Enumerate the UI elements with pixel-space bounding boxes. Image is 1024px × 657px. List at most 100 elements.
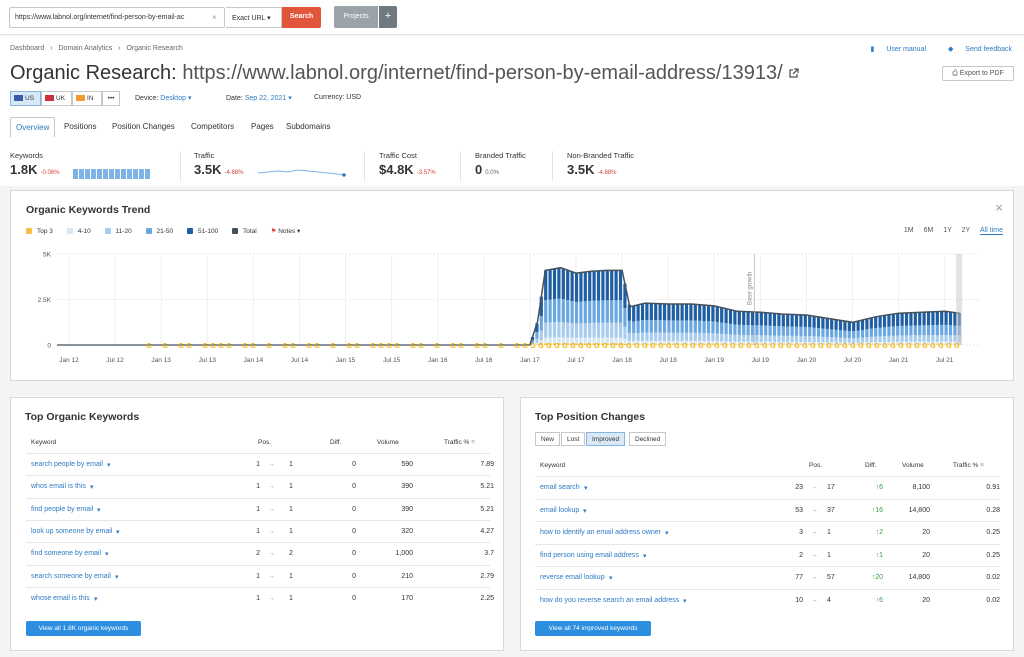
tab-subdomains[interactable]: Subdomains bbox=[281, 117, 335, 138]
database-uk-button[interactable]: UK bbox=[41, 91, 72, 106]
breadcrumb-separator: › bbox=[50, 45, 53, 52]
keyword-link[interactable]: find someone by email bbox=[31, 550, 101, 557]
projects-button[interactable]: Projects bbox=[334, 6, 378, 28]
chevron-down-icon[interactable]: ▾ bbox=[97, 506, 101, 514]
col-volume[interactable]: Volume bbox=[902, 462, 924, 469]
trend-bar-segment bbox=[764, 325, 768, 336]
breadcrumb-dashboard[interactable]: Dashboard bbox=[10, 45, 44, 52]
col-diff[interactable]: Diff. bbox=[330, 439, 341, 446]
match-type-select[interactable]: Exact URL ▾ bbox=[226, 7, 282, 28]
keyword-link[interactable]: whose email is this bbox=[31, 595, 90, 602]
period-1y[interactable]: 1Y bbox=[943, 227, 951, 234]
col-pos[interactable]: Pos. bbox=[809, 462, 822, 469]
trend-bar-segment bbox=[852, 331, 856, 339]
x-tick-label: Jan 20 bbox=[797, 357, 817, 364]
tab-competitors[interactable]: Competitors bbox=[186, 117, 239, 138]
position-diff: 0 bbox=[352, 594, 356, 602]
metric-branded-traffic[interactable]: Branded Traffic 0 0.0% bbox=[475, 151, 526, 177]
period-6m[interactable]: 6M bbox=[924, 227, 934, 234]
keyword-link[interactable]: search people by email bbox=[31, 461, 103, 468]
keyword-link[interactable]: look up someone by email bbox=[31, 528, 112, 535]
tab-position-changes[interactable]: Position Changes bbox=[107, 117, 180, 138]
domain-search-input[interactable]: https://www.labnol.org/internet/find-per… bbox=[9, 7, 225, 28]
legend-top3[interactable]: Top 3 bbox=[26, 228, 53, 235]
period-2y[interactable]: 2Y bbox=[962, 227, 970, 234]
col-pos[interactable]: Pos. bbox=[258, 439, 271, 446]
trend-bar-segment bbox=[935, 334, 939, 342]
more-databases-button[interactable]: ••• bbox=[102, 91, 120, 106]
breadcrumb-domain-analytics[interactable]: Domain Analytics bbox=[59, 45, 113, 52]
chevron-down-icon[interactable]: ▾ bbox=[643, 552, 647, 560]
chevron-down-icon[interactable]: ▾ bbox=[105, 550, 109, 558]
keyword-link[interactable]: how do you reverse search an email addre… bbox=[540, 597, 679, 604]
metric-non-branded-traffic[interactable]: Non-Branded Traffic 3.5K -4.88% bbox=[567, 151, 634, 177]
keyword-link[interactable]: how to identify an email address owner bbox=[540, 529, 661, 536]
external-link-icon[interactable] bbox=[788, 68, 799, 79]
send-feedback-link[interactable]: ◆ Send feedback bbox=[938, 46, 1012, 53]
date-selector[interactable]: Date: Sep 22, 2021 ▾ bbox=[226, 94, 292, 102]
chevron-down-icon[interactable]: ▾ bbox=[94, 595, 98, 603]
view-all-keywords-button[interactable]: View all 1.8K organic keywords bbox=[26, 621, 141, 636]
filter-improved[interactable]: Improved bbox=[586, 432, 626, 446]
tab-pages[interactable]: Pages bbox=[246, 117, 279, 138]
metric-keywords[interactable]: Keywords 1.8K -0.06% bbox=[10, 151, 59, 177]
currency-label: Currency: USD bbox=[314, 94, 362, 101]
database-us-button[interactable]: US bbox=[10, 91, 41, 106]
chevron-down-icon[interactable]: ▾ bbox=[115, 573, 119, 581]
export-pdf-button[interactable]: ⎙ Export to PDF bbox=[942, 66, 1014, 81]
target-url-link[interactable]: https://www.labnol.org/internet/find-per… bbox=[182, 62, 782, 84]
keyword-link[interactable]: search someone by email bbox=[31, 573, 111, 580]
trend-bar-segment bbox=[724, 323, 728, 335]
device-selector[interactable]: Device: Desktop ▾ bbox=[135, 94, 191, 102]
view-all-improved-button[interactable]: View all 74 improved keywords bbox=[535, 621, 651, 636]
keyword-link[interactable]: email lookup bbox=[540, 507, 579, 514]
google-update-icon: G bbox=[394, 343, 400, 350]
clear-icon[interactable]: × bbox=[212, 13, 217, 22]
keyword-link[interactable]: email search bbox=[540, 484, 580, 491]
legend-11-20[interactable]: 11-20 bbox=[104, 228, 132, 235]
tab-positions[interactable]: Positions bbox=[59, 117, 101, 138]
trend-bar-segment bbox=[658, 332, 662, 341]
legend-51-100[interactable]: 51-100 bbox=[186, 228, 218, 235]
chevron-down-icon[interactable]: ▾ bbox=[116, 528, 120, 536]
trend-bar-segment bbox=[843, 321, 847, 331]
keyword-link[interactable]: reverse email lookup bbox=[540, 574, 605, 581]
col-traffic[interactable]: Traffic % ≡ bbox=[953, 462, 984, 469]
google-update-icon: G bbox=[690, 343, 696, 350]
close-icon[interactable]: × bbox=[995, 200, 1003, 215]
keyword-link[interactable]: find person using email address bbox=[540, 552, 639, 559]
table-row: look up someone by email 1 → 1 0 320 4.27 ▾ bbox=[26, 519, 494, 542]
filter-new[interactable]: New bbox=[535, 432, 561, 446]
trend-bar-segment bbox=[926, 311, 931, 326]
chevron-down-icon[interactable]: ▾ bbox=[609, 574, 613, 582]
notes-dropdown[interactable]: ⚑ Notes ▾ bbox=[271, 227, 301, 235]
legend-total[interactable]: Total bbox=[232, 228, 257, 235]
chevron-down-icon[interactable]: ▾ bbox=[665, 529, 669, 537]
filter-declined[interactable]: Declined bbox=[629, 432, 667, 446]
metric-traffic[interactable]: Traffic 3.5K -4.88% bbox=[194, 151, 243, 177]
trend-bar-segment bbox=[667, 332, 671, 341]
chevron-down-icon[interactable]: ▾ bbox=[583, 507, 587, 515]
user-manual-link[interactable]: ▮ User manual bbox=[861, 46, 926, 53]
col-traffic[interactable]: Traffic % ≡ bbox=[444, 439, 475, 446]
col-diff[interactable]: Diff. bbox=[865, 462, 876, 469]
keyword-link[interactable]: find people by email bbox=[31, 506, 93, 513]
keyword-link[interactable]: whos email is this bbox=[31, 483, 86, 490]
add-project-button[interactable]: + bbox=[379, 6, 397, 28]
trend-bar-segment bbox=[764, 312, 768, 326]
col-volume[interactable]: Volume bbox=[377, 439, 399, 446]
chevron-down-icon[interactable]: ▾ bbox=[584, 484, 588, 492]
period-all-time[interactable]: All time bbox=[980, 227, 1003, 235]
chevron-down-icon[interactable]: ▾ bbox=[107, 461, 111, 469]
legend-4-10[interactable]: 4-10 bbox=[66, 228, 91, 235]
chevron-down-icon[interactable]: ▾ bbox=[683, 597, 687, 605]
chevron-down-icon[interactable]: ▾ bbox=[90, 483, 94, 491]
period-1m[interactable]: 1M bbox=[904, 227, 914, 234]
tab-overview[interactable]: Overview bbox=[10, 117, 56, 138]
trend-bar-segment bbox=[574, 273, 579, 302]
search-button[interactable]: Search bbox=[282, 7, 321, 28]
metric-traffic-cost[interactable]: Traffic Cost $4.8K -3.57% bbox=[379, 151, 436, 177]
legend-21-50[interactable]: 21-50 bbox=[145, 228, 173, 235]
database-in-button[interactable]: IN bbox=[72, 91, 102, 106]
filter-lost[interactable]: Lost bbox=[561, 432, 586, 446]
